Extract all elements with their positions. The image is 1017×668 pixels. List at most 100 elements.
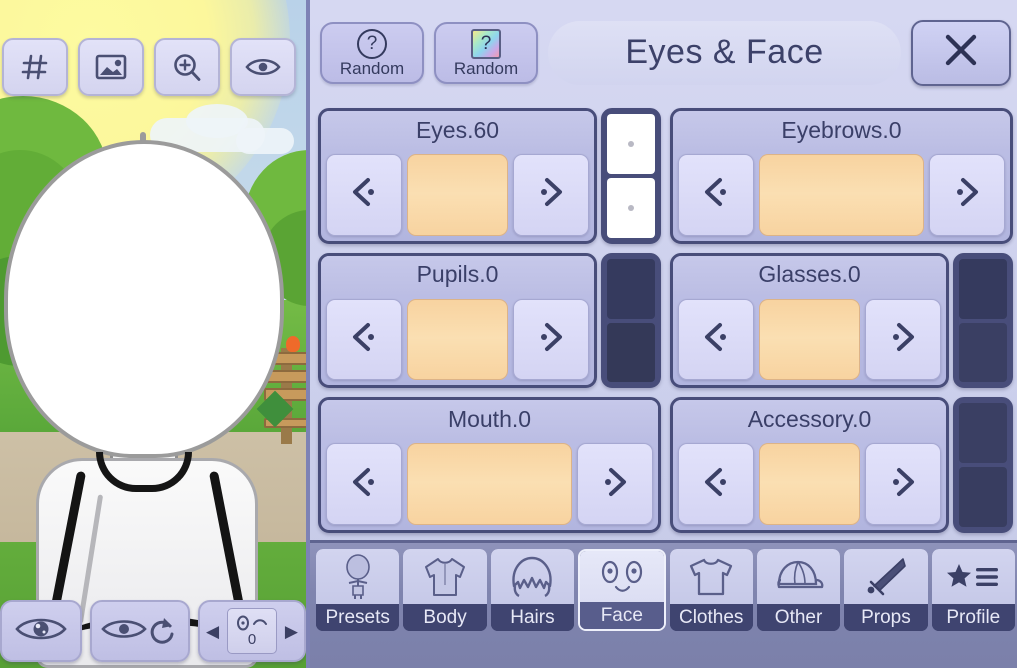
- prev-button-eyes[interactable]: [326, 154, 402, 236]
- option-title-glasses: Glasses.0: [673, 255, 946, 294]
- next-button-accessory[interactable]: [865, 443, 941, 525]
- tab-props[interactable]: Props: [844, 549, 928, 631]
- color-option-glasses-2[interactable]: [959, 322, 1007, 383]
- color-column-glasses: [953, 252, 1013, 389]
- eye-reset-button[interactable]: [90, 600, 190, 662]
- chevron-right-dot-icon: [529, 170, 573, 219]
- tab-label-profile: Profile: [931, 604, 1015, 631]
- option-slot-mouth: Mouth.0: [318, 397, 661, 533]
- option-title-eyebrows: Eyebrows.0: [673, 111, 1010, 149]
- prev-button-accessory[interactable]: [678, 443, 754, 525]
- question-circle-icon: ?: [357, 28, 387, 59]
- close-icon: [938, 27, 984, 78]
- color-option-pupils-1[interactable]: [607, 258, 655, 319]
- tab-clothes[interactable]: Clothes: [669, 549, 753, 631]
- expression-index: 0: [247, 631, 257, 648]
- next-button-eyes[interactable]: [513, 154, 589, 236]
- tab-label-props: Props: [844, 604, 928, 631]
- tab-presets[interactable]: Presets: [316, 549, 400, 631]
- page-title: Eyes & Face: [625, 33, 824, 71]
- hash-button[interactable]: [2, 38, 68, 96]
- option-card-eyebrows: Eyebrows.0: [670, 108, 1013, 244]
- color-swatch-glasses[interactable]: [759, 298, 860, 381]
- option-card-glasses: Glasses.0: [670, 252, 949, 389]
- tab-label-presets: Presets: [316, 604, 400, 631]
- panel-title-pill: Eyes & Face: [548, 20, 901, 85]
- eye-icon: [245, 55, 281, 79]
- color-center-dot: [628, 204, 634, 211]
- image-icon: [95, 53, 127, 81]
- color-option-pupils-2[interactable]: [607, 322, 655, 383]
- tab-hairs[interactable]: Hairs: [490, 549, 575, 631]
- wink-face-icon: [237, 615, 267, 631]
- next-button-mouth[interactable]: [577, 443, 653, 525]
- tab-other[interactable]: Other: [756, 549, 841, 631]
- chevron-right-dot-icon: [593, 460, 637, 509]
- tab-profile[interactable]: Profile: [931, 549, 1015, 631]
- tab-face[interactable]: Face: [578, 549, 666, 631]
- expression-stepper[interactable]: ◀ 0 ▶: [198, 600, 306, 662]
- next-button-glasses[interactable]: [865, 298, 941, 381]
- option-card-mouth: Mouth.0: [318, 397, 661, 533]
- zoom-in-icon: [172, 52, 202, 82]
- color-option-accessory-2[interactable]: [959, 467, 1007, 528]
- chevron-left-dot-icon: [694, 460, 738, 509]
- character-preview-scene[interactable]: ◀ 0 ▶: [0, 0, 306, 668]
- color-swatch-pupils[interactable]: [407, 298, 508, 381]
- color-swatch-mouth[interactable]: [407, 443, 572, 525]
- close-button[interactable]: [911, 19, 1011, 86]
- character-body-icon: [316, 549, 400, 604]
- expression-preview[interactable]: 0: [227, 608, 277, 654]
- option-title-accessory: Accessory.0: [673, 400, 946, 439]
- visibility-button[interactable]: [230, 38, 296, 96]
- chevron-right-dot-icon: [881, 460, 925, 509]
- color-option-eyes-2[interactable]: [607, 177, 655, 238]
- color-option-glasses-1[interactable]: [959, 258, 1007, 319]
- cloud: [236, 128, 294, 154]
- color-option-accessory-1[interactable]: [959, 403, 1007, 464]
- rainbow-question-icon: ?: [471, 28, 501, 59]
- color-column-eyes: [601, 108, 661, 244]
- zoom-in-button[interactable]: [154, 38, 220, 96]
- prev-button-pupils[interactable]: [326, 298, 402, 381]
- prev-button-mouth[interactable]: [326, 443, 402, 525]
- next-button-pupils[interactable]: [513, 298, 589, 381]
- option-card-eyes: Eyes.60: [318, 108, 597, 244]
- tab-body[interactable]: Body: [403, 549, 487, 631]
- option-card-accessory: Accessory.0: [670, 397, 949, 533]
- option-controls-eyebrows: [673, 149, 1010, 241]
- chevron-right-dot-icon: [529, 315, 573, 364]
- panel-header: ? Random ? Random Eyes & Face: [310, 0, 1017, 105]
- next-button-eyebrows[interactable]: [929, 154, 1005, 236]
- tab-label-hairs: Hairs: [490, 604, 575, 631]
- expression-next-button[interactable]: ▶: [285, 623, 298, 640]
- editor-panel: ? Random ? Random Eyes & Face Eyes.60 Eye…: [306, 0, 1017, 668]
- option-title-mouth: Mouth.0: [321, 400, 658, 439]
- expression-prev-button[interactable]: ◀: [206, 623, 219, 640]
- color-column-accessory: [953, 397, 1013, 533]
- chevron-left-dot-icon: [694, 315, 738, 364]
- option-card-pupils: Pupils.0: [318, 252, 597, 389]
- eye-preview-button[interactable]: [0, 600, 82, 662]
- random-color-label: Random: [453, 58, 519, 78]
- color-swatch-eyebrows[interactable]: [759, 154, 924, 236]
- color-swatch-accessory[interactable]: [759, 443, 860, 525]
- color-swatch-eyes[interactable]: [407, 154, 508, 236]
- option-controls-pupils: [321, 294, 594, 386]
- prev-button-glasses[interactable]: [678, 298, 754, 381]
- tab-label-other: Other: [756, 604, 841, 631]
- eye-pupil-icon: [14, 614, 68, 649]
- option-title-pupils: Pupils.0: [321, 255, 594, 294]
- color-option-eyes-1[interactable]: [607, 114, 655, 174]
- tshirt-icon: [669, 549, 753, 604]
- random-color-button[interactable]: ? Random: [434, 21, 538, 84]
- star-list-icon: [931, 549, 1015, 604]
- hash-icon: [20, 52, 50, 82]
- option-controls-eyes: [321, 149, 594, 241]
- cap-icon: [756, 549, 841, 604]
- option-slot-pupils: Pupils.0: [318, 252, 661, 389]
- background-image-button[interactable]: [78, 38, 144, 96]
- prev-button-eyebrows[interactable]: [678, 154, 754, 236]
- character-creator-screen: ◀ 0 ▶ ? Random ? Random Eyes & Face Eyes…: [0, 0, 1017, 668]
- random-plain-button[interactable]: ? Random: [320, 21, 424, 84]
